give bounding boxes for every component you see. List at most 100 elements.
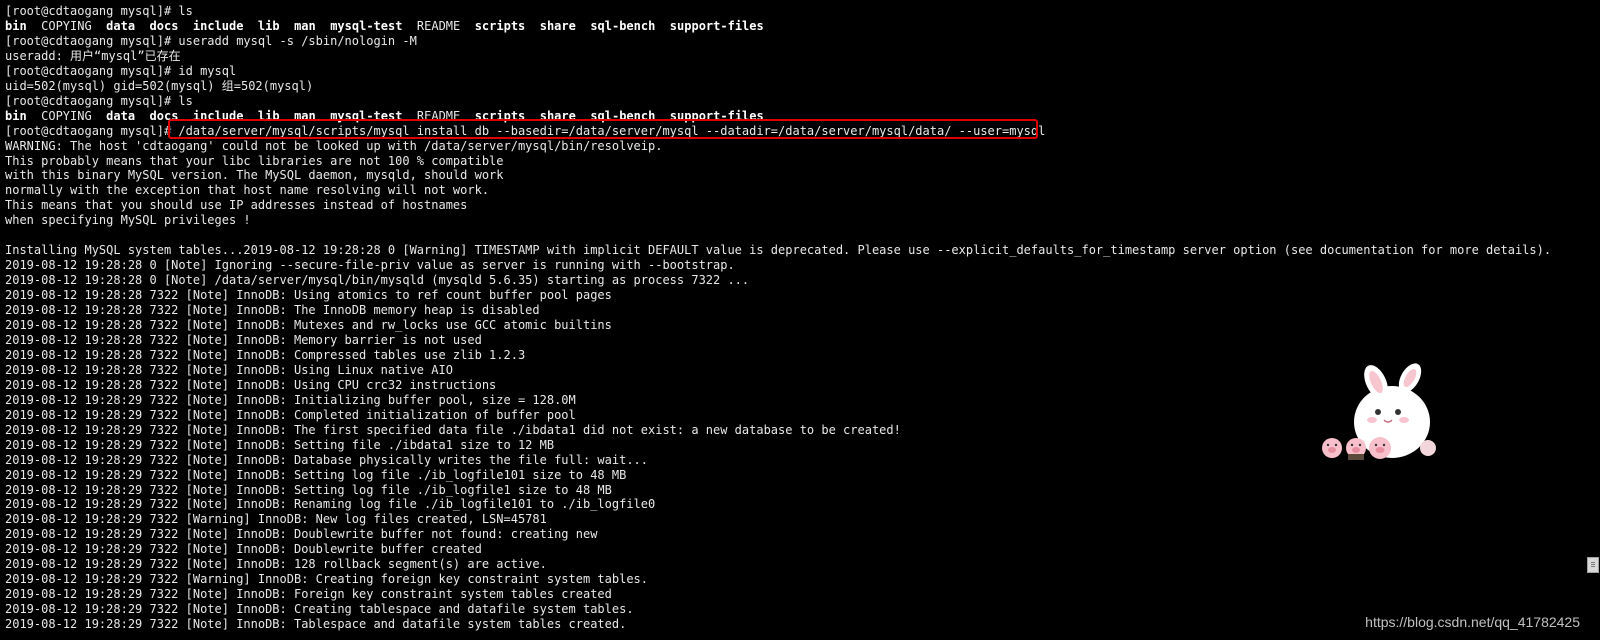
directory-name: mysql-test <box>330 108 403 123</box>
terminal-text: Installing MySQL system tables...2019-08… <box>5 243 1552 258</box>
terminal-line: [root@cdtaogang mysql]# ls <box>5 94 1582 109</box>
terminal-text: 2019-08-12 19:28:29 7322 [Note] InnoDB: … <box>5 392 576 407</box>
terminal-line: 2019-08-12 19:28:29 7322 [Note] InnoDB: … <box>5 617 1582 632</box>
terminal-text: when specifying MySQL privileges ! <box>5 213 251 228</box>
terminal-line: This means that you should use IP addres… <box>5 198 1582 213</box>
watermark-text: https://blog.csdn.net/qq_41782425 <box>1365 614 1580 630</box>
terminal-text: 2019-08-12 19:28:28 7322 [Note] InnoDB: … <box>5 303 540 318</box>
directory-name: mysql-test <box>330 18 403 33</box>
terminal-text: [root@cdtaogang mysql]# ls <box>5 4 193 18</box>
terminal-text: 2019-08-12 19:28:28 7322 [Note] InnoDB: … <box>5 347 526 362</box>
directory-name: support-files <box>669 18 764 33</box>
directory-name: sql-bench <box>590 18 656 33</box>
terminal-line: [root@cdtaogang mysql]# ls <box>5 4 1582 19</box>
terminal-line: with this binary MySQL version. The MySQ… <box>5 168 1582 183</box>
terminal-line: 2019-08-12 19:28:29 7322 [Note] InnoDB: … <box>5 557 1582 572</box>
terminal-text: 2019-08-12 19:28:28 7322 [Note] InnoDB: … <box>5 332 482 347</box>
terminal-text: 2019-08-12 19:28:29 7322 [Note] InnoDB: … <box>5 437 555 452</box>
directory-name: lib <box>257 108 280 123</box>
terminal-text: 2019-08-12 19:28:29 7322 [Note] InnoDB: … <box>5 467 627 482</box>
directory-name: man <box>294 18 316 33</box>
terminal-text: 2019-08-12 19:28:28 7322 [Note] InnoDB: … <box>5 318 612 333</box>
terminal-text: [root@cdtaogang mysql]# useradd mysql -s… <box>5 33 417 48</box>
directory-name: data <box>106 108 136 123</box>
terminal-text: README <box>402 108 475 123</box>
terminal-text: 2019-08-12 19:28:29 7322 [Warning] InnoD… <box>5 512 547 527</box>
terminal-text: 2019-08-12 19:28:29 7322 [Note] InnoDB: … <box>5 602 634 617</box>
terminal-line: This probably means that your libc libra… <box>5 154 1582 169</box>
terminal-line: uid=502(mysql) gid=502(mysql) 组=502(mysq… <box>5 79 1582 94</box>
terminal-text: [root@cdtaogang mysql]# ls <box>5 93 193 108</box>
terminal-text: normally with the exception that host na… <box>5 183 490 198</box>
terminal-text: COPYING <box>26 108 107 123</box>
terminal-line: WARNING: The host 'cdtaogang' could not … <box>5 139 1582 154</box>
terminal-line: [root@cdtaogang mysql]# /data/server/mys… <box>5 124 1582 139</box>
terminal-text: 2019-08-12 19:28:29 7322 [Note] InnoDB: … <box>5 617 627 632</box>
terminal-text: 2019-08-12 19:28:29 7322 [Note] InnoDB: … <box>5 482 612 497</box>
directory-name: scripts <box>474 108 526 123</box>
terminal-line: useradd: 用户“mysql”已存在 <box>5 49 1582 64</box>
terminal-line: 2019-08-12 19:28:29 7322 [Note] InnoDB: … <box>5 497 1582 512</box>
terminal-line: 2019-08-12 19:28:29 7322 [Note] InnoDB: … <box>5 587 1582 602</box>
terminal-text: WARNING: The host 'cdtaogang' could not … <box>5 138 663 153</box>
terminal-text: COPYING <box>26 18 107 33</box>
terminal-text: This probably means that your libc libra… <box>5 153 504 168</box>
directory-name: data <box>106 18 136 33</box>
directory-name: bin <box>5 108 27 123</box>
terminal-text: [root@cdtaogang mysql]# /data/server/mys… <box>5 123 1046 138</box>
directory-name: man <box>294 108 316 123</box>
terminal-line: 2019-08-12 19:28:28 7322 [Note] InnoDB: … <box>5 288 1582 303</box>
terminal-line: 2019-08-12 19:28:29 7322 [Warning] InnoD… <box>5 572 1582 587</box>
terminal-text: [root@cdtaogang mysql]# id mysql <box>5 63 237 78</box>
terminal-text: 2019-08-12 19:28:29 7322 [Note] InnoDB: … <box>5 527 598 542</box>
terminal-text: uid=502(mysql) gid=502(mysql) 组=502(mysq… <box>5 78 314 93</box>
directory-name: bin <box>5 18 27 33</box>
vertical-scrollbar[interactable] <box>1584 0 1600 640</box>
terminal-line: 2019-08-12 19:28:29 7322 [Note] InnoDB: … <box>5 602 1582 617</box>
terminal-line: 2019-08-12 19:28:28 0 [Note] /data/serve… <box>5 273 1582 288</box>
terminal-text: This means that you should use IP addres… <box>5 198 468 213</box>
directory-name: docs <box>149 108 179 123</box>
bunny-sticker-icon <box>1320 360 1460 470</box>
directory-name: docs <box>149 18 179 33</box>
terminal-text: 2019-08-12 19:28:29 7322 [Note] InnoDB: … <box>5 452 648 467</box>
terminal-line: 2019-08-12 19:28:29 7322 [Note] InnoDB: … <box>5 483 1582 498</box>
terminal-line: bin COPYING data docs include lib man my… <box>5 109 1582 124</box>
terminal-text: README <box>402 18 475 33</box>
terminal-line: when specifying MySQL privileges ! <box>5 213 1582 228</box>
terminal-text: 2019-08-12 19:28:29 7322 [Note] InnoDB: … <box>5 587 612 602</box>
directory-name: include <box>192 108 244 123</box>
terminal-line: 2019-08-12 19:28:29 7322 [Note] InnoDB: … <box>5 542 1582 557</box>
directory-name: share <box>539 108 576 123</box>
terminal-text: 2019-08-12 19:28:29 7322 [Note] InnoDB: … <box>5 557 547 572</box>
terminal-line: [root@cdtaogang mysql]# id mysql <box>5 64 1582 79</box>
terminal-line: 2019-08-12 19:28:28 0 [Note] Ignoring --… <box>5 258 1582 273</box>
directory-name: sql-bench <box>590 108 656 123</box>
directory-name: include <box>192 18 244 33</box>
terminal-line: 2019-08-12 19:28:29 7322 [Warning] InnoD… <box>5 512 1582 527</box>
terminal-line: [root@cdtaogang mysql]# useradd mysql -s… <box>5 34 1582 49</box>
directory-name: share <box>539 18 576 33</box>
terminal-output[interactable]: [root@cdtaogang mysql]# ls bin COPYING da… <box>0 0 1582 640</box>
terminal-text: 2019-08-12 19:28:29 7322 [Note] InnoDB: … <box>5 497 656 512</box>
terminal-text: 2019-08-12 19:28:28 0 [Note] /data/serve… <box>5 273 750 288</box>
scrollbar-thumb[interactable] <box>1587 557 1599 573</box>
terminal-text: 2019-08-12 19:28:28 7322 [Note] InnoDB: … <box>5 362 453 377</box>
terminal-line: 2019-08-12 19:28:29 7322 [Note] InnoDB: … <box>5 527 1582 542</box>
terminal-text: 2019-08-12 19:28:29 7322 [Note] InnoDB: … <box>5 542 482 557</box>
terminal-text: 2019-08-12 19:28:29 7322 [Note] InnoDB: … <box>5 422 901 437</box>
terminal-text: 2019-08-12 19:28:28 7322 [Note] InnoDB: … <box>5 377 497 392</box>
terminal-text: 2019-08-12 19:28:28 0 [Note] Ignoring --… <box>5 258 735 273</box>
terminal-line: bin COPYING data docs include lib man my… <box>5 19 1582 34</box>
terminal-text: with this binary MySQL version. The MySQ… <box>5 168 504 183</box>
